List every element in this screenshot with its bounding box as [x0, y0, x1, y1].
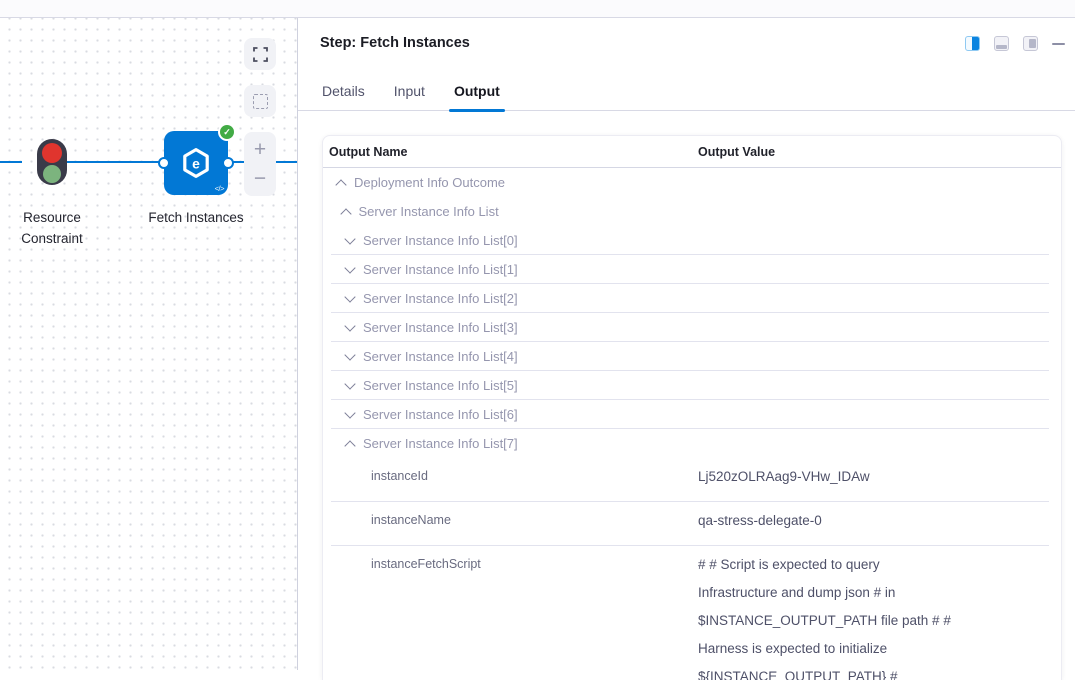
tree-row-label: Server Instance Info List[4] [363, 349, 518, 364]
output-table-header: Output Name Output Value [323, 136, 1061, 168]
chevron-down-icon [344, 262, 355, 273]
chevron-down-icon [344, 349, 355, 360]
pipeline-edge [0, 161, 22, 163]
step-details-panel: Step: Fetch Instances Details Input Outp… [298, 18, 1075, 670]
tree-row-label: Server Instance Info List[6] [363, 407, 518, 422]
column-header-output-name: Output Name [329, 145, 698, 159]
zoom-in-button[interactable]: + [254, 139, 266, 160]
output-kv-row: instanceId Lj520zOLRAag9-VHw_IDAw [323, 458, 1061, 502]
output-kv-row: instanceFetchScript # # Script is expect… [323, 546, 1061, 680]
layout-floating-panel-icon[interactable] [1023, 36, 1038, 51]
tab-output[interactable]: Output [454, 83, 500, 112]
chevron-down-icon [344, 378, 355, 389]
marquee-icon [253, 94, 268, 109]
tab-bar: Details Input Output [322, 83, 500, 112]
tree-row-label: Server Instance Info List[1] [363, 262, 518, 277]
zoom-control: + − [244, 132, 276, 196]
layout-right-panel-icon[interactable] [965, 36, 980, 51]
pipeline-edge [67, 161, 159, 163]
output-kv-row: instanceName qa-stress-delegate-0 [323, 502, 1061, 546]
chevron-down-icon [344, 407, 355, 418]
select-area-button[interactable] [244, 85, 276, 117]
green-light-icon [43, 165, 61, 183]
tree-row-label: Server Instance Info List[3] [363, 320, 518, 335]
success-check-icon [218, 123, 236, 141]
tree-row[interactable]: Server Instance Info List[6] [323, 400, 1061, 429]
chevron-down-icon [344, 291, 355, 302]
panel-actions [965, 36, 1065, 51]
chevron-up-icon [340, 208, 351, 219]
tree-row-label: Server Instance Info List[2] [363, 291, 518, 306]
tree-row-label: Deployment Info Outcome [354, 175, 505, 190]
node-fetch-instances[interactable]: e </> [164, 131, 228, 195]
output-value: qa-stress-delegate-0 [698, 507, 1043, 535]
output-value: # # Script is expected to query Infrastr… [698, 551, 1043, 680]
output-value: Lj520zOLRAag9-VHw_IDAw [698, 463, 1043, 491]
pipeline-canvas[interactable]: Resource Constraint e </> Fetch Instance… [0, 18, 298, 670]
node-port-right [222, 157, 234, 169]
code-icon: </> [215, 184, 224, 193]
tree-row[interactable]: Server Instance Info List[2] [323, 284, 1061, 313]
tree-row-label: Server Instance Info List[5] [363, 378, 518, 393]
node-label: Fetch Instances [116, 207, 276, 228]
output-table: Output Name Output Value Deployment Info… [322, 135, 1062, 680]
node-port-left [158, 157, 170, 169]
tree-row[interactable]: Server Instance Info List[5] [323, 371, 1061, 400]
tree-row[interactable]: Server Instance Info List[7] [323, 429, 1061, 458]
layout-bottom-panel-icon[interactable] [994, 36, 1009, 51]
tree-row[interactable]: Server Instance Info List[4] [323, 342, 1061, 371]
shell-script-icon: e [180, 147, 212, 179]
chevron-up-icon [344, 440, 355, 451]
output-key: instanceName [371, 511, 698, 535]
tree-row-label: Server Instance Info List[0] [363, 233, 518, 248]
output-key: instanceId [371, 467, 698, 491]
top-bar [0, 0, 1075, 18]
panel-title: Step: Fetch Instances [320, 35, 470, 51]
red-light-icon [42, 143, 62, 163]
expand-icon [253, 47, 268, 62]
zoom-out-button[interactable]: − [254, 168, 266, 189]
svg-text:e: e [192, 155, 200, 171]
node-label: Resource Constraint [0, 207, 112, 249]
tree-row-label: Server Instance Info List [359, 204, 499, 219]
chevron-down-icon [344, 320, 355, 331]
tab-input[interactable]: Input [394, 83, 425, 112]
tree-row[interactable]: Deployment Info Outcome [323, 168, 1061, 197]
tree-row-label: Server Instance Info List[7] [363, 436, 518, 451]
minimize-icon[interactable] [1052, 43, 1065, 45]
chevron-up-icon [335, 179, 346, 190]
node-resource-constraint[interactable] [37, 139, 67, 185]
output-key: instanceFetchScript [371, 555, 698, 680]
fit-to-screen-button[interactable] [244, 38, 276, 70]
tree-row[interactable]: Server Instance Info List[3] [323, 313, 1061, 342]
tree-row[interactable]: Server Instance Info List [323, 197, 1061, 226]
tab-details[interactable]: Details [322, 83, 365, 112]
tree-row[interactable]: Server Instance Info List[1] [323, 255, 1061, 284]
chevron-down-icon [344, 233, 355, 244]
column-header-output-value: Output Value [698, 145, 1061, 159]
tree-row[interactable]: Server Instance Info List[0] [323, 226, 1061, 255]
canvas-controls: + − [244, 38, 276, 196]
